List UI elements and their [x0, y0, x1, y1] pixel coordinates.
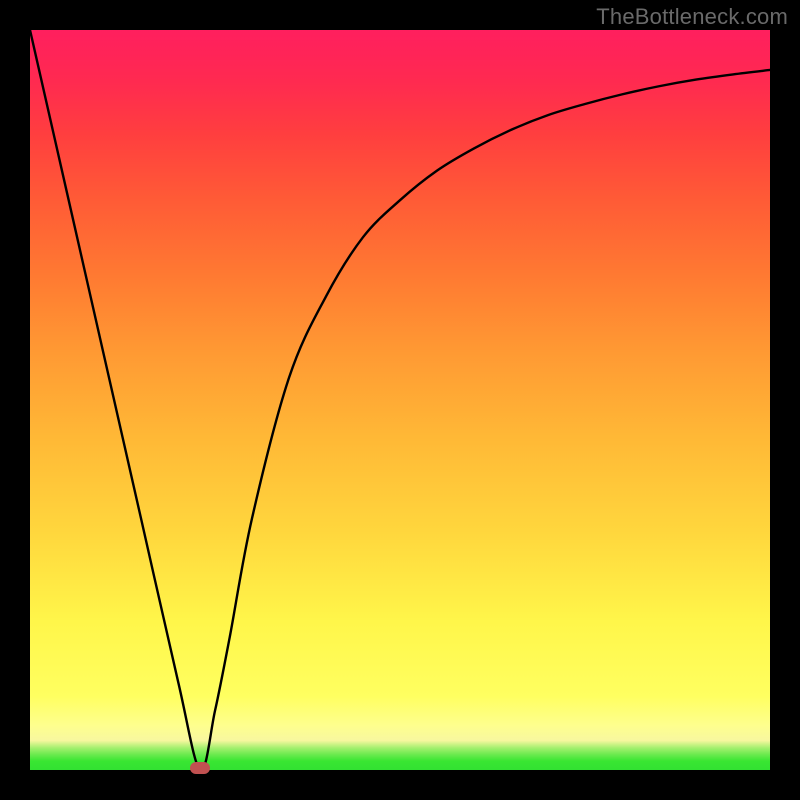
plot-area: [30, 30, 770, 770]
watermark-text: TheBottleneck.com: [596, 4, 788, 30]
chart-frame: TheBottleneck.com: [0, 0, 800, 800]
minimum-marker: [190, 762, 210, 774]
bottleneck-curve: [30, 30, 770, 770]
